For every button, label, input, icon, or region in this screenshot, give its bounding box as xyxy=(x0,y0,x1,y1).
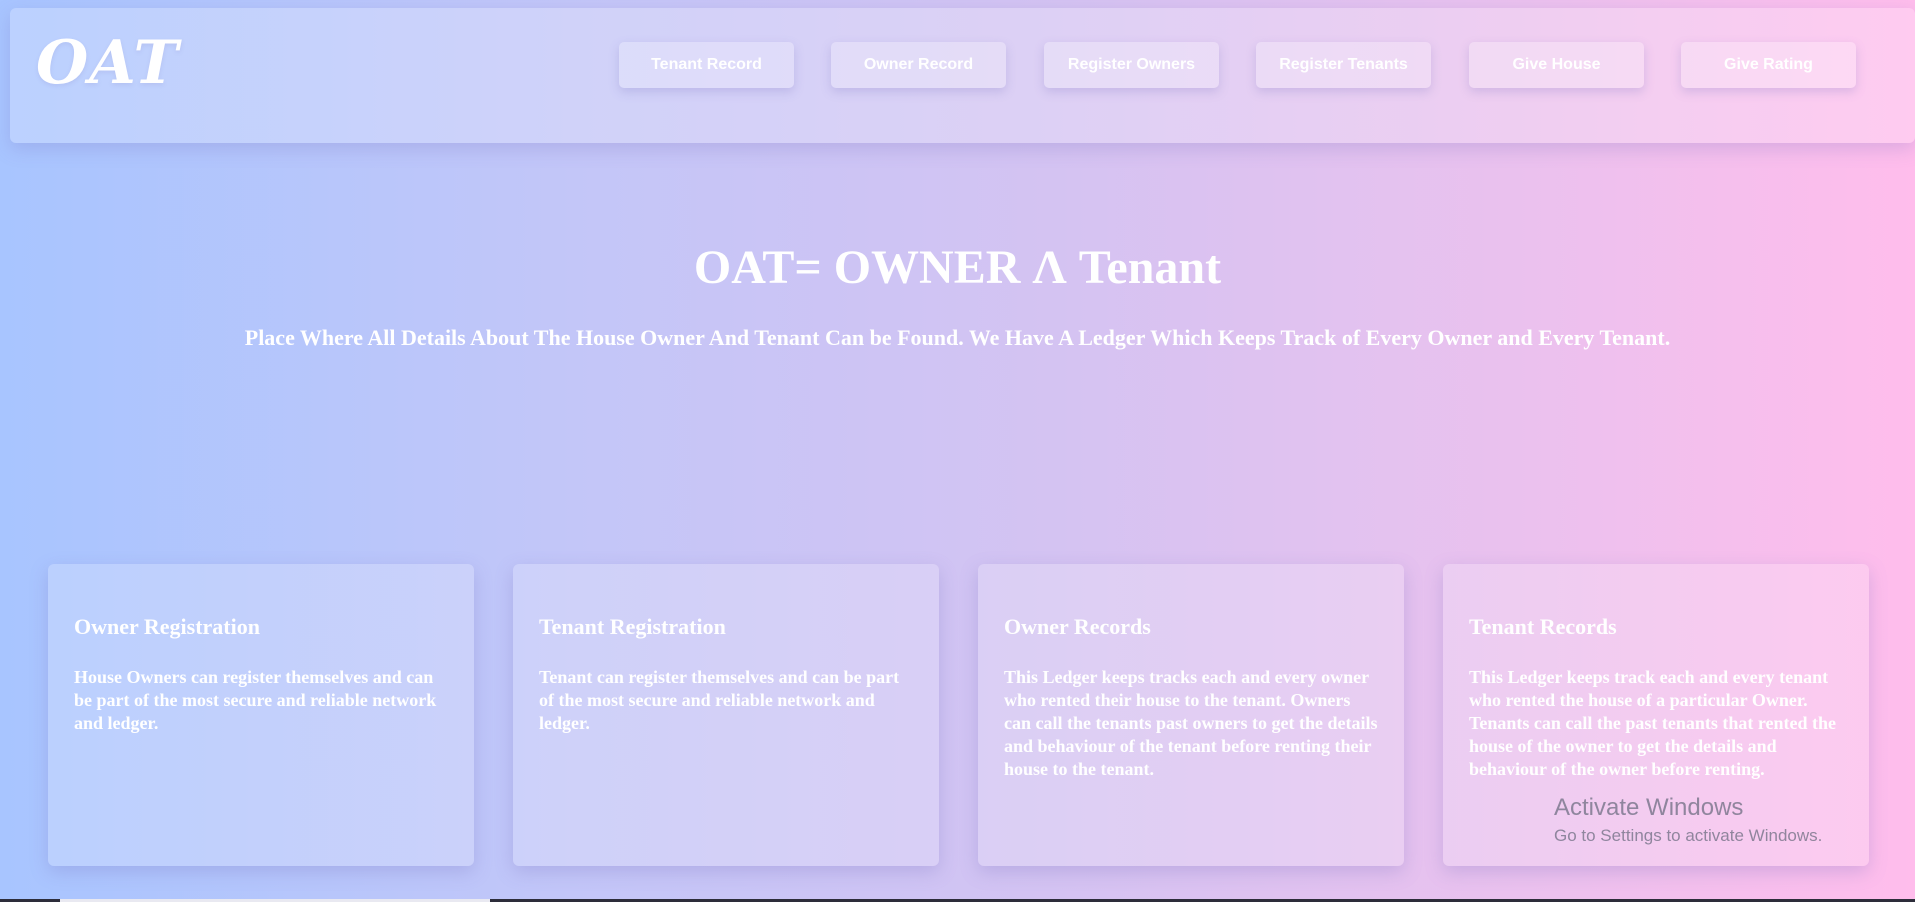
hero-title: OAT= OWNER Λ Tenant xyxy=(693,241,1222,294)
activate-windows-watermark: Activate Windows Go to Settings to activ… xyxy=(1554,794,1822,846)
card-title: Tenant Records xyxy=(1469,614,1617,639)
nav-register-owners-button[interactable]: Register Owners xyxy=(1044,42,1219,88)
watermark-title: Activate Windows xyxy=(1554,794,1744,821)
nav-give-rating-button[interactable]: Give Rating xyxy=(1681,42,1856,88)
card-owner-records: Owner Records This Ledger keeps tracks e… xyxy=(978,564,1404,866)
nav-register-tenants-button[interactable]: Register Tenants xyxy=(1256,42,1431,88)
card-title: Tenant Registration xyxy=(539,614,726,639)
nav-owner-record-button[interactable]: Owner Record xyxy=(831,42,1006,88)
nav-tenant-record-button[interactable]: Tenant Record xyxy=(619,42,794,88)
card-text: Tenant can register themselves and can b… xyxy=(539,667,900,733)
card-tenant-registration: Tenant Registration Tenant can register … xyxy=(513,564,939,866)
watermark-subtitle: Go to Settings to activate Windows. xyxy=(1554,826,1823,845)
card-title: Owner Records xyxy=(1004,614,1151,639)
logo[interactable]: OAT xyxy=(36,28,179,98)
card-text: This Ledger keeps tracks each and every … xyxy=(1004,667,1378,779)
card-text: House Owners can register themselves and… xyxy=(74,667,437,733)
nav-give-house-button[interactable]: Give House xyxy=(1469,42,1644,88)
card-text: This Ledger keeps track each and every t… xyxy=(1469,667,1837,779)
hero-subtitle: Place Where All Details About The House … xyxy=(244,325,1671,350)
card-owner-registration: Owner Registration House Owners can regi… xyxy=(48,564,474,866)
navbar: OAT Tenant Record Owner Record Register … xyxy=(10,8,1915,143)
card-title: Owner Registration xyxy=(74,614,260,639)
